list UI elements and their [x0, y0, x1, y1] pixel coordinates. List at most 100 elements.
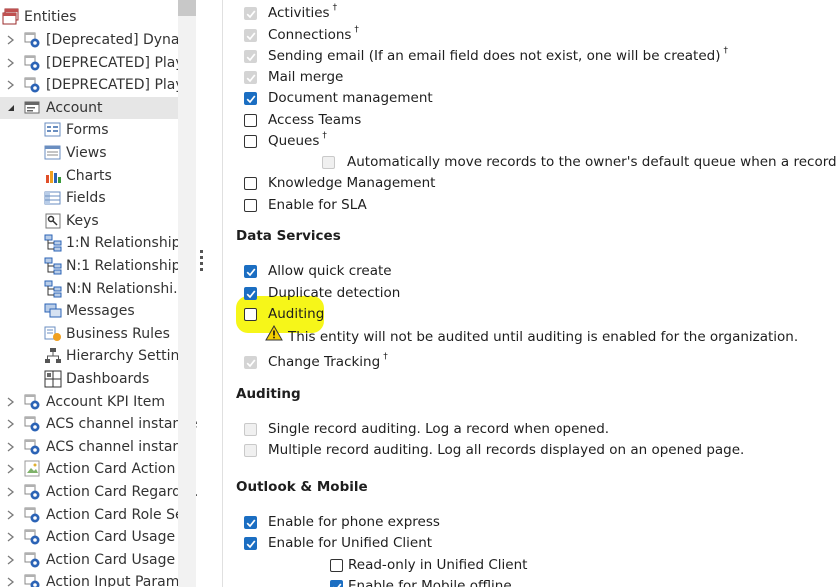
tree-item[interactable]: Action Input Param... — [0, 571, 193, 587]
tree-item[interactable]: Action Card Regardi... — [0, 481, 198, 503]
chevron-down-icon[interactable] — [6, 101, 16, 115]
chevron-right-icon[interactable] — [6, 485, 16, 499]
multiple-record-auditing-log-all-records-checkbox — [244, 444, 257, 457]
tree-item-label: Messages — [66, 303, 135, 320]
tree-item[interactable]: Account KPI Item — [0, 391, 178, 413]
tree-item[interactable]: N:N Relationshi... — [0, 278, 187, 300]
chevron-right-icon[interactable] — [6, 56, 16, 70]
tree-item-label: Entities — [24, 9, 77, 25]
messages-icon — [44, 302, 62, 320]
option-text: Sending email (If an email field does no… — [268, 48, 721, 64]
document-management-checkbox[interactable] — [244, 92, 257, 105]
tree-item[interactable]: N:1 Relationships — [0, 255, 188, 277]
tree-item[interactable]: Fields — [0, 187, 178, 209]
tree-item[interactable]: [Deprecated] Dyna... — [0, 29, 193, 51]
multiple-record-auditing-log-all-records-label: Multiple record auditing. Log all record… — [268, 442, 744, 458]
option-text: Enable for SLA — [268, 197, 367, 213]
allow-quick-create-checkbox[interactable] — [244, 265, 257, 278]
enable-for-phone-express-checkbox[interactable] — [244, 516, 257, 529]
relationship-icon — [44, 280, 62, 298]
tree-item[interactable]: Business Rules — [0, 323, 178, 345]
customizable-dagger-icon: † — [383, 352, 388, 362]
option-text: Auditing — [268, 306, 325, 322]
access-teams-label: Access Teams — [268, 112, 361, 128]
tree-item-label: Action Card Role Se... — [46, 506, 197, 523]
tree-item[interactable]: [DEPRECATED] Play... — [0, 52, 195, 74]
tree-item[interactable]: Charts — [0, 165, 178, 187]
tree-item[interactable]: Messages — [0, 300, 178, 322]
read-only-in-unified-client-checkbox[interactable] — [330, 559, 343, 572]
chevron-right-icon[interactable] — [6, 395, 16, 409]
tree-item-label: Action Input Param... — [46, 574, 193, 587]
chevron-right-icon[interactable] — [6, 33, 16, 47]
duplicate-detection-checkbox[interactable] — [244, 287, 257, 300]
tree-item[interactable]: Account — [0, 96, 178, 119]
chevron-right-icon[interactable] — [6, 417, 16, 431]
entity-gear-icon — [24, 415, 42, 433]
chevron-right-icon[interactable] — [6, 553, 16, 567]
entity-gear-icon — [24, 76, 42, 94]
tree-item[interactable]: Action Card Action ... — [0, 458, 193, 480]
tree-item-label: Action Card Action ... — [46, 461, 194, 478]
charts-icon — [44, 167, 62, 185]
tree-item[interactable]: Dashboards — [0, 368, 178, 390]
tree-item[interactable]: Forms — [0, 119, 178, 141]
tree-item-label: Account KPI Item — [46, 393, 166, 410]
auditing-checkbox[interactable] — [244, 308, 257, 321]
pane-splitter[interactable] — [198, 0, 222, 587]
option-text: Enable for phone express — [268, 514, 440, 530]
tree-item-label: [Deprecated] Dyna... — [46, 32, 193, 48]
dashboards-icon — [44, 370, 62, 388]
queues-checkbox[interactable] — [244, 135, 257, 148]
chevron-right-icon[interactable] — [6, 575, 16, 587]
tree-item-label: Fields — [66, 190, 106, 207]
access-teams-checkbox[interactable] — [244, 114, 257, 127]
read-only-in-unified-client-label: Read-only in Unified Client — [348, 557, 527, 573]
tree-item[interactable]: [DEPRECATED] Play... — [0, 74, 195, 96]
tree-item[interactable]: Action Card Role Se... — [0, 504, 197, 526]
sending-email-if-an-email-field-does-not-checkbox — [244, 50, 257, 63]
option-text: Change Tracking — [268, 354, 381, 370]
tree-item[interactable]: Views — [0, 142, 178, 164]
option-text: Access Teams — [268, 112, 362, 128]
tree-scrollbar[interactable] — [178, 0, 196, 587]
tree-item-label: Hierarchy Settin... — [66, 348, 193, 365]
chevron-right-icon[interactable] — [6, 440, 16, 454]
enable-for-unified-client-checkbox[interactable] — [244, 537, 257, 550]
tree-item[interactable]: Keys — [0, 210, 178, 232]
entity-gear-icon — [24, 54, 42, 72]
tree-item[interactable]: ACS channel instance — [0, 413, 198, 435]
customizable-dagger-icon: † — [322, 131, 327, 141]
change-tracking-checkbox — [244, 356, 257, 369]
tree-item-label: Action Card Usage — [46, 529, 176, 546]
relationship-icon — [44, 234, 62, 252]
duplicate-detection-label: Duplicate detection — [268, 285, 400, 301]
tree-item[interactable]: ACS channel instan... — [0, 436, 195, 458]
tree-item[interactable]: 1:N Relationships — [0, 232, 188, 254]
solution-tree-panel: Entities [Deprecated] Dyna... [DEPRECATED]… — [0, 0, 200, 587]
enable-for-sla-checkbox[interactable] — [244, 199, 257, 212]
account-entity-icon — [24, 99, 42, 117]
auditing-warning-text: This entity will not be audited until au… — [288, 329, 799, 345]
knowledge-management-checkbox[interactable] — [244, 177, 257, 190]
chevron-right-icon[interactable] — [6, 462, 16, 476]
tree-item-label: Business Rules — [66, 325, 170, 342]
tree-item[interactable]: Hierarchy Settin... — [0, 345, 193, 367]
tree-item-label: Keys — [66, 212, 99, 229]
customizable-dagger-icon: † — [354, 25, 359, 35]
tree-item[interactable]: Action Card Usage — [0, 526, 178, 548]
tree-item-label: ACS channel instance — [46, 416, 198, 433]
chevron-right-icon[interactable] — [6, 530, 16, 544]
tree-scrollbar-thumb[interactable] — [178, 0, 196, 16]
tree-item-label: Charts — [66, 167, 112, 184]
queues-label: Queues † — [268, 131, 327, 149]
enable-for-mobile-offline-checkbox[interactable] — [330, 580, 343, 587]
tree-item[interactable]: Action Card Usage ... — [0, 549, 193, 571]
outlook-mobile-heading: Outlook & Mobile — [236, 479, 368, 495]
tree-item-label: Dashboards — [66, 371, 150, 387]
entity-gear-icon — [24, 573, 42, 587]
tree-root-entities[interactable]: Entities — [0, 6, 178, 28]
chevron-right-icon[interactable] — [6, 78, 16, 92]
chevron-right-icon[interactable] — [6, 508, 16, 522]
document-management-label: Document management — [268, 90, 433, 106]
